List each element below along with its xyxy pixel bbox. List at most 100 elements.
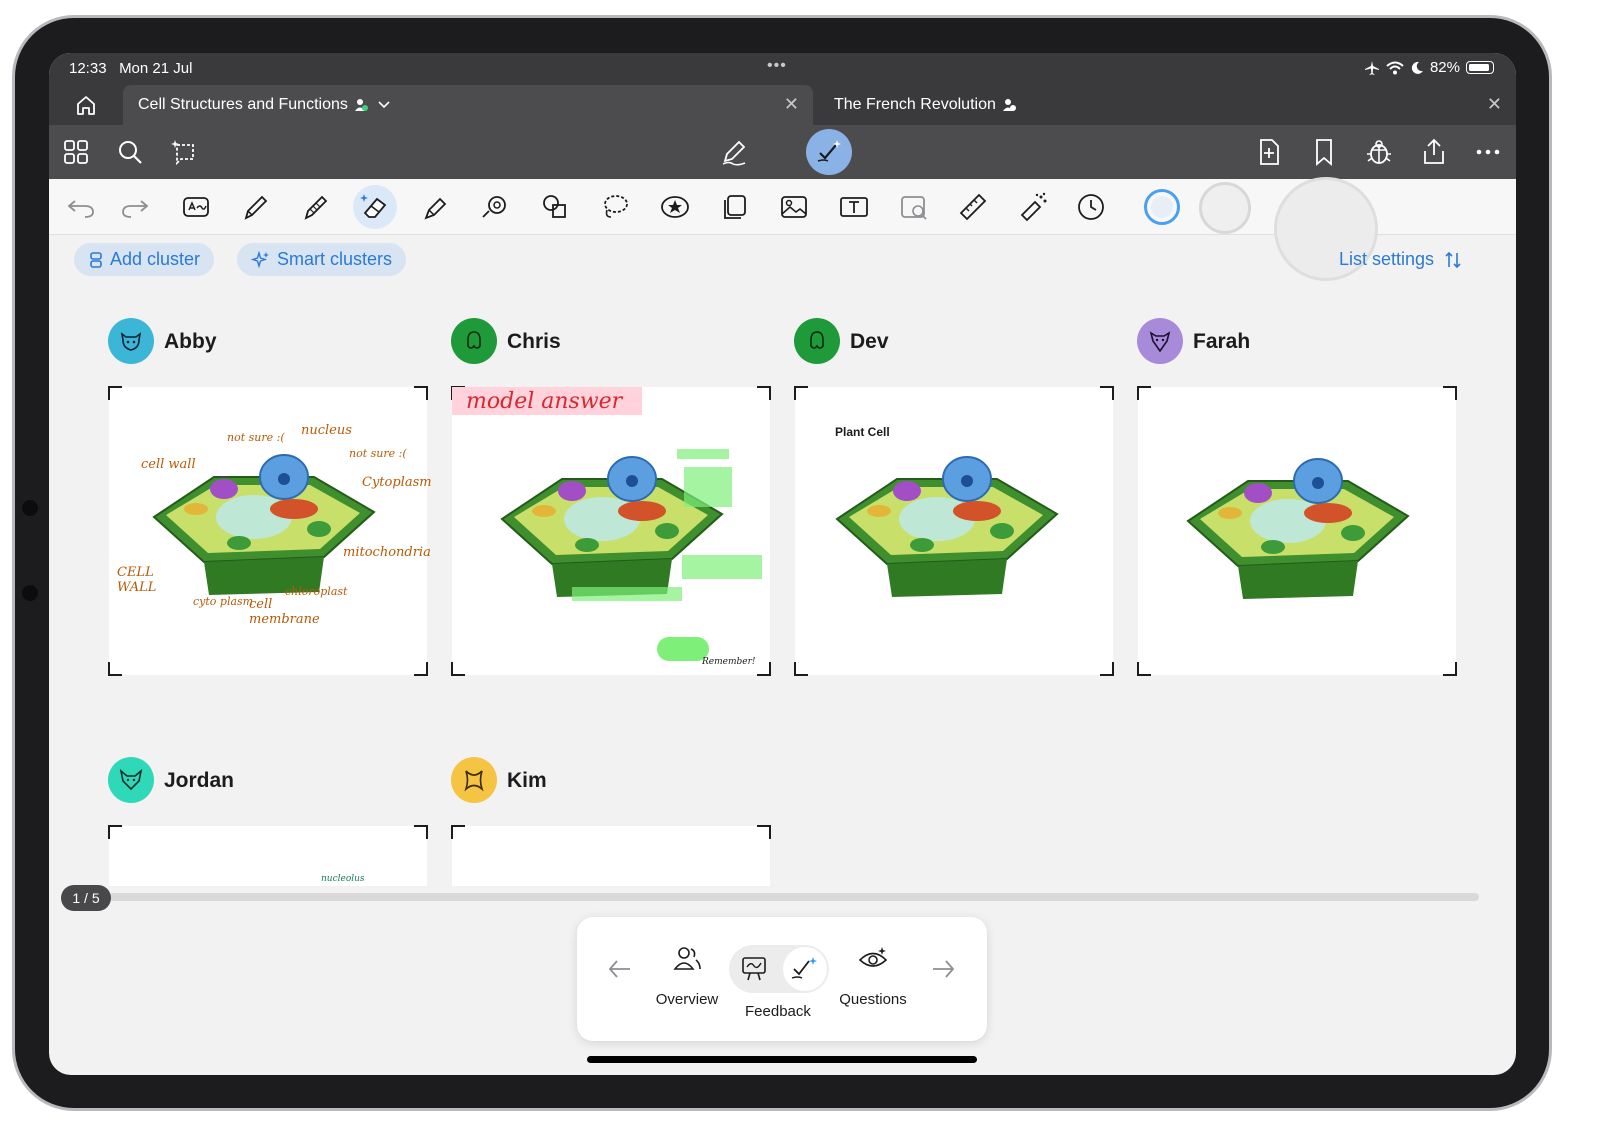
shapes-icon[interactable] <box>539 191 571 223</box>
list-settings-button[interactable]: List settings <box>1339 249 1462 270</box>
avatar <box>1137 318 1183 364</box>
plant-cell-diagram <box>1186 458 1410 599</box>
hw-label: cell membrane <box>249 597 320 627</box>
hw-label: nucleus <box>301 423 352 438</box>
ai-lasso-icon[interactable] <box>169 137 199 167</box>
close-tab-icon[interactable]: ✕ <box>784 94 799 115</box>
student-page-kim[interactable] <box>451 825 771 886</box>
tab-french-revolution[interactable]: The French Revolution ✕ <box>819 85 1516 125</box>
overview-button[interactable]: Overview <box>655 945 719 1008</box>
arrow-right-icon[interactable] <box>929 957 957 981</box>
feedback-check-icon <box>817 140 841 162</box>
stroke-size-swatch[interactable] <box>1199 182 1251 234</box>
overview-label: Overview <box>655 991 719 1008</box>
review-mode-button[interactable] <box>806 129 852 175</box>
hw-label: mitochondria <box>343 545 431 560</box>
pen-mode-icon[interactable] <box>719 137 749 167</box>
home-indicator[interactable] <box>587 1056 977 1063</box>
hw-label: cyto plasm <box>193 595 254 608</box>
airplane-icon <box>1364 60 1379 75</box>
student-page-farah[interactable] <box>1137 386 1457 676</box>
color-swatch-blue[interactable] <box>1144 189 1180 225</box>
student-page-chris[interactable]: model answer Remember! <box>451 386 771 676</box>
search-icon[interactable] <box>115 137 145 167</box>
app-screen: 12:33 Mon 21 Jul ••• 82% Cell Structures… <box>49 53 1516 1075</box>
avatar <box>451 318 497 364</box>
bug-icon[interactable] <box>1364 137 1394 167</box>
ruler-icon[interactable] <box>957 191 989 223</box>
shape-tool-icon[interactable] <box>479 191 511 223</box>
stack-icon <box>90 251 102 268</box>
avatar <box>108 757 154 803</box>
horizontal-scrollbar[interactable] <box>109 893 1479 901</box>
people-icon <box>673 947 701 970</box>
student-name: Chris <box>507 330 561 353</box>
undo-icon[interactable] <box>65 191 97 223</box>
clock-icon[interactable] <box>1075 191 1107 223</box>
tab-cell-structures[interactable]: Cell Structures and Functions ✕ <box>123 85 813 125</box>
pencil-icon[interactable] <box>300 191 332 223</box>
tab-bar: Cell Structures and Functions ✕ The Fren… <box>49 83 1516 125</box>
wifi-icon <box>1386 61 1404 74</box>
review-bottom-nav: Overview Feedback Questions <box>577 917 987 1041</box>
questions-button[interactable]: Questions <box>835 945 911 1008</box>
feedback-check-icon <box>791 957 817 979</box>
add-page-icon[interactable] <box>1254 137 1284 167</box>
sticker-icon[interactable] <box>659 191 691 223</box>
animal-icon <box>119 768 143 791</box>
remember-note: Remember! <box>702 657 756 667</box>
eraser-icon[interactable] <box>359 191 391 223</box>
animal-icon <box>810 331 824 349</box>
laser-pointer-icon[interactable] <box>1017 191 1049 223</box>
hw-label: chloroplast <box>285 585 348 598</box>
bookmark-icon[interactable] <box>1309 137 1339 167</box>
handwriting-convert-icon[interactable] <box>180 191 212 223</box>
avatar <box>108 318 154 364</box>
diagram-title: Plant Cell <box>835 425 890 439</box>
grid-view-icon[interactable] <box>61 137 91 167</box>
hw-label: Cytoplasm <box>362 475 432 490</box>
side-sensor <box>22 585 38 601</box>
highlighter-icon[interactable] <box>420 191 452 223</box>
student-name: Kim <box>507 769 547 792</box>
main-toolbar <box>49 125 1516 179</box>
model-answer-banner: model answer <box>466 389 623 414</box>
add-cluster-button[interactable]: Add cluster <box>74 243 215 276</box>
chevron-down-icon[interactable] <box>378 101 390 109</box>
sort-icon <box>1445 251 1461 268</box>
feedback-label: Feedback <box>745 1003 811 1020</box>
elements-icon[interactable] <box>719 191 751 223</box>
page-indicator: 1 / 5 <box>61 885 111 911</box>
student-page-abby[interactable]: nucleus not sure :( not sure :( cell wal… <box>108 386 432 676</box>
text-box-icon[interactable] <box>838 191 870 223</box>
status-date: Mon 21 Jul <box>119 60 193 77</box>
animal-icon <box>467 331 481 349</box>
smart-clusters-label: Smart clusters <box>277 249 393 269</box>
sparkle-icon <box>251 250 269 268</box>
battery-percent: 82% <box>1429 59 1460 76</box>
shared-people-icon <box>354 99 368 111</box>
hw-label: not sure :( <box>349 447 407 460</box>
pen-icon[interactable] <box>240 191 272 223</box>
student-name: Farah <box>1193 330 1251 353</box>
arrow-left-icon[interactable] <box>606 957 634 981</box>
student-page-dev[interactable]: Plant Cell <box>794 386 1114 676</box>
image-search-icon[interactable] <box>898 191 930 223</box>
image-icon[interactable] <box>778 191 810 223</box>
smart-clusters-button[interactable]: Smart clusters <box>237 243 407 276</box>
redo-icon[interactable] <box>119 191 151 223</box>
home-icon[interactable] <box>71 93 101 117</box>
student-page-jordan[interactable]: nucleolus <box>108 825 428 886</box>
avatar <box>451 757 497 803</box>
share-icon[interactable] <box>1419 137 1449 167</box>
battery-icon <box>1466 61 1494 74</box>
student-name: Abby <box>164 330 217 353</box>
close-tab-icon[interactable]: ✕ <box>1487 94 1502 115</box>
list-settings-label: List settings <box>1338 249 1434 269</box>
tab-label: Cell Structures and Functions <box>138 96 348 113</box>
animal-icon <box>1149 331 1171 353</box>
lasso-icon[interactable] <box>599 191 631 223</box>
multitask-dots[interactable]: ••• <box>767 57 787 75</box>
more-icon[interactable] <box>1473 137 1503 167</box>
hw-label: not sure :( <box>227 431 285 444</box>
